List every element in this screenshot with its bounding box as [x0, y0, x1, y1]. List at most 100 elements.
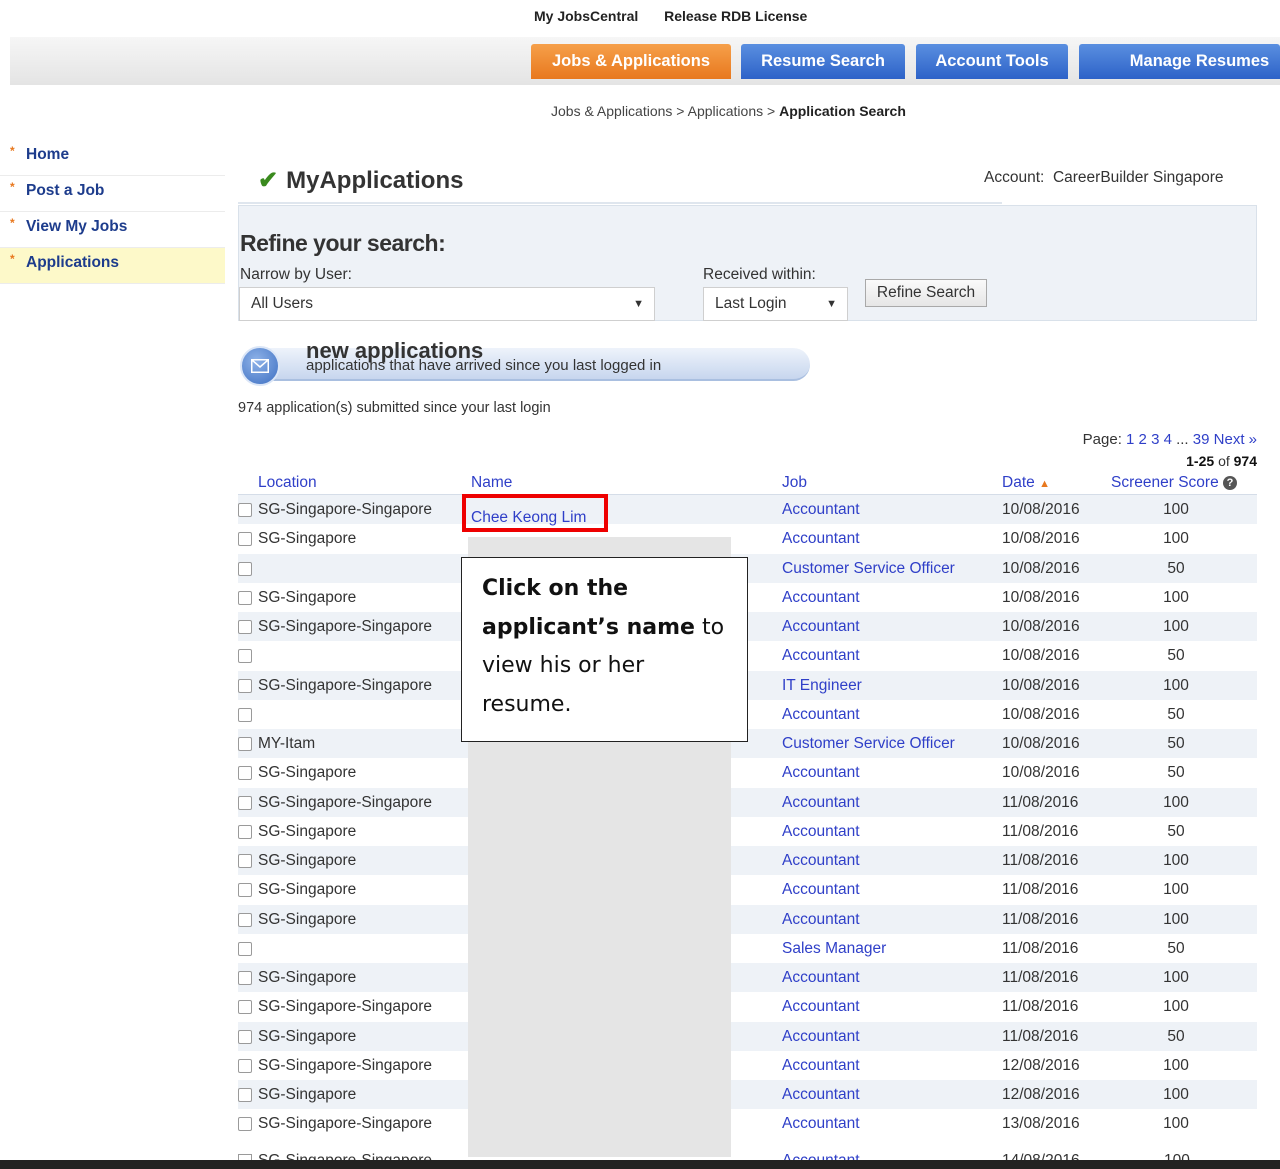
row-date: 10/08/2016	[1002, 501, 1080, 518]
sidebar-item-post-a-job[interactable]: * Post a Job	[0, 176, 225, 212]
row-checkbox[interactable]	[238, 883, 252, 898]
row-job-link[interactable]: Accountant	[782, 1086, 860, 1104]
row-checkbox[interactable]	[238, 737, 252, 751]
row-checkbox[interactable]	[238, 649, 252, 664]
row-checkbox[interactable]	[238, 824, 252, 839]
release-rdb-license-link[interactable]: Release RDB License	[664, 8, 807, 24]
row-job-link[interactable]: Accountant	[782, 530, 860, 548]
row-date: 10/08/2016	[1002, 764, 1080, 782]
table-row: Sales Manager 11/08/2016 50	[238, 934, 1257, 963]
breadcrumb-jobs-applications[interactable]: Jobs & Applications	[551, 103, 672, 119]
row-job-link[interactable]: Accountant	[782, 1028, 860, 1046]
narrow-by-user-select[interactable]: All Users ▼	[239, 287, 655, 321]
row-job-link[interactable]: Accountant	[782, 764, 860, 782]
row-job-link[interactable]: Accountant	[782, 1152, 860, 1160]
column-location[interactable]: Location	[258, 474, 317, 492]
tab-manage-resumes[interactable]: Manage Resumes	[1079, 44, 1280, 79]
my-jobscentral-link[interactable]: My JobsCentral	[534, 8, 638, 24]
row-job-link[interactable]: IT Engineer	[782, 677, 862, 695]
sidebar-item-home[interactable]: * Home	[0, 140, 225, 176]
row-checkbox[interactable]	[238, 532, 252, 547]
row-score-value: 100	[1163, 910, 1189, 928]
row-job-link[interactable]: Accountant	[782, 1057, 860, 1075]
row-checkbox[interactable]	[238, 1058, 252, 1073]
row-checkbox[interactable]	[238, 766, 252, 781]
row-checkbox[interactable]	[238, 707, 252, 722]
page-link-2[interactable]: 2	[1139, 431, 1147, 448]
received-within-select[interactable]: Last Login ▼	[703, 287, 848, 321]
sidebar-item-view-my-jobs[interactable]: * View My Jobs	[0, 212, 225, 248]
tab-jobs-applications[interactable]: Jobs & Applications	[531, 44, 731, 79]
row-score-value: 100	[1163, 881, 1189, 899]
page-link-last[interactable]: 39	[1193, 431, 1210, 448]
title-divider	[238, 202, 1002, 204]
help-icon[interactable]: ?	[1223, 476, 1238, 490]
next-page-link[interactable]: Next »	[1214, 431, 1257, 448]
row-job-link[interactable]: Accountant	[782, 1115, 860, 1133]
row-location: SG-Singapore-Singapore	[258, 998, 433, 1016]
row-location: SG-Singapore-Singapore	[258, 618, 433, 635]
row-job-link[interactable]: Accountant	[782, 881, 860, 899]
row-checkbox[interactable]	[238, 1029, 252, 1044]
page-link-3[interactable]: 3	[1151, 431, 1159, 448]
row-score-value: 50	[1167, 764, 1185, 782]
row-checkbox[interactable]	[238, 795, 252, 810]
row-job-link[interactable]: Accountant	[782, 647, 860, 665]
row-job-link[interactable]: Customer Service Officer	[782, 735, 955, 753]
table-row: SG-Singapore Accountant 11/08/2016 50	[238, 1021, 1257, 1051]
row-job-link[interactable]: Accountant	[782, 618, 860, 636]
row-checkbox[interactable]	[238, 971, 252, 985]
row-job-link[interactable]: Accountant	[782, 501, 860, 519]
row-checkbox[interactable]	[238, 561, 252, 576]
row-job-link[interactable]: Accountant	[782, 794, 860, 812]
row-job-link[interactable]: Sales Manager	[782, 940, 886, 958]
row-job-link[interactable]: Accountant	[782, 911, 860, 929]
page-link-1[interactable]: 1	[1126, 431, 1134, 448]
tab-account-tools[interactable]: Account Tools	[916, 44, 1068, 79]
column-job[interactable]: Job	[782, 474, 807, 492]
table-row: SG-Singapore Accountant 11/08/2016 100	[238, 875, 1257, 904]
row-job-link[interactable]: Accountant	[782, 706, 860, 724]
refine-search-button[interactable]: Refine Search	[865, 279, 987, 307]
taskbar-strip	[0, 1160, 1280, 1169]
row-score-value: 100	[1163, 969, 1189, 986]
row-date: 11/08/2016	[1002, 998, 1079, 1016]
row-score-value: 50	[1167, 1027, 1185, 1045]
row-score-value: 50	[1167, 939, 1185, 957]
table-header: Location Name Job Date ▲ Screener Score …	[238, 473, 1257, 495]
row-job-link[interactable]: Accountant	[782, 823, 860, 841]
tab-resume-search[interactable]: Resume Search	[741, 44, 905, 79]
row-checkbox[interactable]	[238, 503, 252, 517]
sidebar-item-applications[interactable]: * Applications	[0, 248, 225, 284]
column-date[interactable]: Date ▲	[1002, 474, 1050, 492]
row-location: SG-Singapore-Singapore	[258, 676, 433, 694]
row-score-value: 50	[1167, 705, 1185, 723]
table-row: SG-Singapore Accountant 12/08/2016 100	[238, 1080, 1257, 1110]
row-date: 10/08/2016	[1002, 705, 1080, 723]
column-screener-score[interactable]: Screener Score ?	[1111, 474, 1238, 492]
column-name[interactable]: Name	[471, 474, 512, 492]
row-checkbox[interactable]	[238, 1088, 252, 1102]
row-checkbox[interactable]	[238, 620, 252, 634]
sidebar-item-label: Home	[26, 146, 70, 163]
row-score-value: 100	[1163, 793, 1189, 811]
row-checkbox[interactable]	[238, 590, 252, 605]
row-checkbox[interactable]	[238, 941, 252, 956]
row-checkbox[interactable]	[238, 854, 252, 868]
row-checkbox[interactable]	[238, 1000, 252, 1015]
breadcrumb-applications[interactable]: Applications	[688, 103, 764, 119]
row-job-link[interactable]: Accountant	[782, 998, 860, 1016]
row-checkbox[interactable]	[238, 912, 252, 927]
row-checkbox[interactable]	[238, 1117, 252, 1132]
range-value: 1-25	[1186, 453, 1215, 469]
row-date: 10/08/2016	[1002, 559, 1080, 577]
row-job-link[interactable]: Customer Service Officer	[782, 560, 955, 578]
row-date: 11/08/2016	[1002, 969, 1079, 986]
page-link-4[interactable]: 4	[1164, 431, 1172, 448]
row-location: SG-Singapore-Singapore	[258, 1115, 433, 1133]
row-job-link[interactable]: Accountant	[782, 589, 860, 607]
sort-ascending-icon: ▲	[1039, 478, 1050, 490]
row-checkbox[interactable]	[238, 678, 252, 693]
row-job-link[interactable]: Accountant	[782, 852, 860, 870]
row-job-link[interactable]: Accountant	[782, 969, 860, 987]
